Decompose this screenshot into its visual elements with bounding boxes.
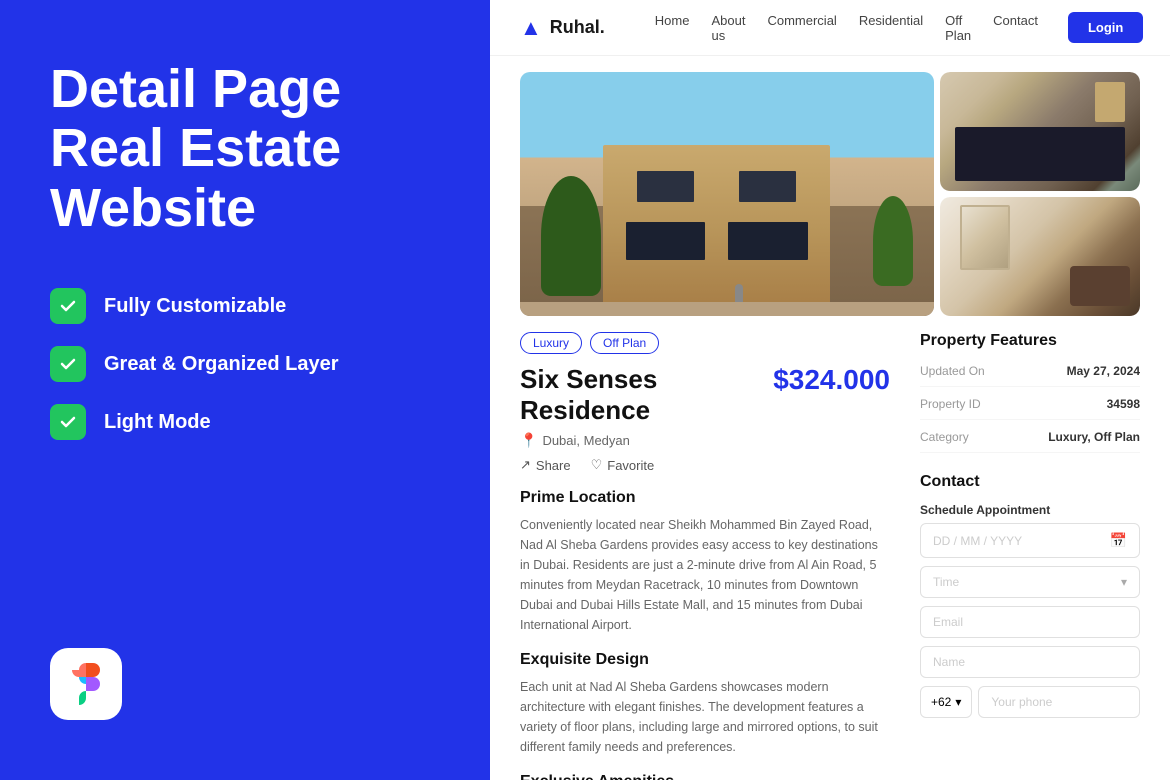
country-code-selector[interactable]: +62 ▾ [920,686,972,718]
location-text: Dubai, Medyan [542,433,629,448]
feature-text-3: Light Mode [104,411,211,434]
feature-row-category: Category Luxury, Off Plan [920,430,1140,453]
phone-placeholder: Your phone [991,695,1052,709]
time-placeholder: Time [933,575,959,589]
feature-item-1: Fully Customizable [50,288,440,324]
feature-row-updated: Updated On May 27, 2024 [920,364,1140,387]
contact-title: Contact [920,473,1140,491]
feature-item-2: Great & Organized Layer [50,346,440,382]
time-select[interactable]: Time ▾ [920,566,1140,598]
feature-label-updated: Updated On [920,364,985,378]
name-input[interactable]: Name [920,646,1140,678]
property-price: $324.000 [773,364,890,396]
feature-text-1: Fully Customizable [104,295,286,318]
check-icon-1 [50,288,86,324]
section-text-design: Each unit at Nad Al Sheba Gardens showca… [520,677,890,757]
email-input[interactable]: Email [920,606,1140,638]
feature-row-id: Property ID 34598 [920,397,1140,420]
feature-label-category: Category [920,430,969,444]
nav-contact[interactable]: Contact [993,13,1038,43]
right-panel: ▲ Ruhal. Home About us Commercial Reside… [490,0,1170,780]
gallery-side-top [940,72,1140,191]
contact-box: Contact Schedule Appointment DD / MM / Y… [920,473,1140,718]
section-title-location: Prime Location [520,489,890,507]
nav-links: Home About us Commercial Residential Off… [655,13,1038,43]
nav-commercial[interactable]: Commercial [767,13,836,43]
heart-icon: ♡ [591,457,603,473]
left-panel: Detail Page Real Estate Website Fully Cu… [0,0,490,780]
feature-label-id: Property ID [920,397,981,411]
property-actions: ↗ Share ♡ Favorite [520,457,773,473]
nav-about[interactable]: About us [711,13,745,43]
property-name: Six Senses Residence [520,364,773,426]
gallery-side-bottom [940,197,1140,316]
property-main: Luxury Off Plan Six Senses Residence 📍 D… [520,332,890,780]
features-title: Property Features [920,332,1140,350]
brand-name: Ruhal. [550,17,605,38]
gallery-side-images [940,72,1140,316]
feature-value-category: Luxury, Off Plan [1048,430,1140,444]
property-header: Six Senses Residence 📍 Dubai, Medyan ↗ S… [520,364,890,473]
nav-residential[interactable]: Residential [859,13,923,43]
favorite-button[interactable]: ♡ Favorite [591,457,655,473]
share-button[interactable]: ↗ Share [520,457,571,473]
feature-list: Fully Customizable Great & Organized Lay… [50,288,440,440]
phone-row: +62 ▾ Your phone [920,686,1140,718]
tag-offplan: Off Plan [590,332,659,354]
email-placeholder: Email [933,615,963,629]
property-section: Luxury Off Plan Six Senses Residence 📍 D… [490,316,1170,780]
tag-luxury: Luxury [520,332,582,354]
feature-item-3: Light Mode [50,404,440,440]
nav-offplan[interactable]: Off Plan [945,13,971,43]
features-box: Property Features Updated On May 27, 202… [920,332,1140,453]
nav-home[interactable]: Home [655,13,690,43]
property-gallery [490,56,1170,316]
brand-icon: ▲ [520,15,542,41]
property-sidebar: Property Features Updated On May 27, 202… [920,332,1140,780]
building-exterior [520,72,934,316]
location-pin-icon: 📍 [520,432,537,449]
check-icon-2 [50,346,86,382]
login-button[interactable]: Login [1068,12,1143,43]
section-text-location: Conveniently located near Sheikh Mohamme… [520,515,890,635]
feature-value-updated: May 27, 2024 [1067,364,1140,378]
figma-logo [50,648,122,720]
country-chevron-icon: ▾ [955,695,961,709]
page-title: Detail Page Real Estate Website [50,60,440,238]
phone-input[interactable]: Your phone [978,686,1140,718]
gallery-main-image [520,72,934,316]
section-title-design: Exquisite Design [520,651,890,669]
feature-value-id: 34598 [1107,397,1140,411]
check-icon-3 [50,404,86,440]
navbar: ▲ Ruhal. Home About us Commercial Reside… [490,0,1170,56]
calendar-icon: 📅 [1110,532,1127,549]
chevron-down-icon: ▾ [1121,575,1127,589]
date-input[interactable]: DD / MM / YYYY 📅 [920,523,1140,558]
brand-logo: ▲ Ruhal. [520,15,605,41]
date-placeholder: DD / MM / YYYY [933,534,1022,548]
share-icon: ↗ [520,457,531,473]
property-tags: Luxury Off Plan [520,332,890,354]
schedule-label: Schedule Appointment [920,503,1140,517]
property-location: 📍 Dubai, Medyan [520,432,773,449]
section-title-amenities: Exclusive Amenities [520,773,890,780]
feature-text-2: Great & Organized Layer [104,353,339,376]
country-code-text: +62 [931,695,951,709]
name-placeholder: Name [933,655,965,669]
